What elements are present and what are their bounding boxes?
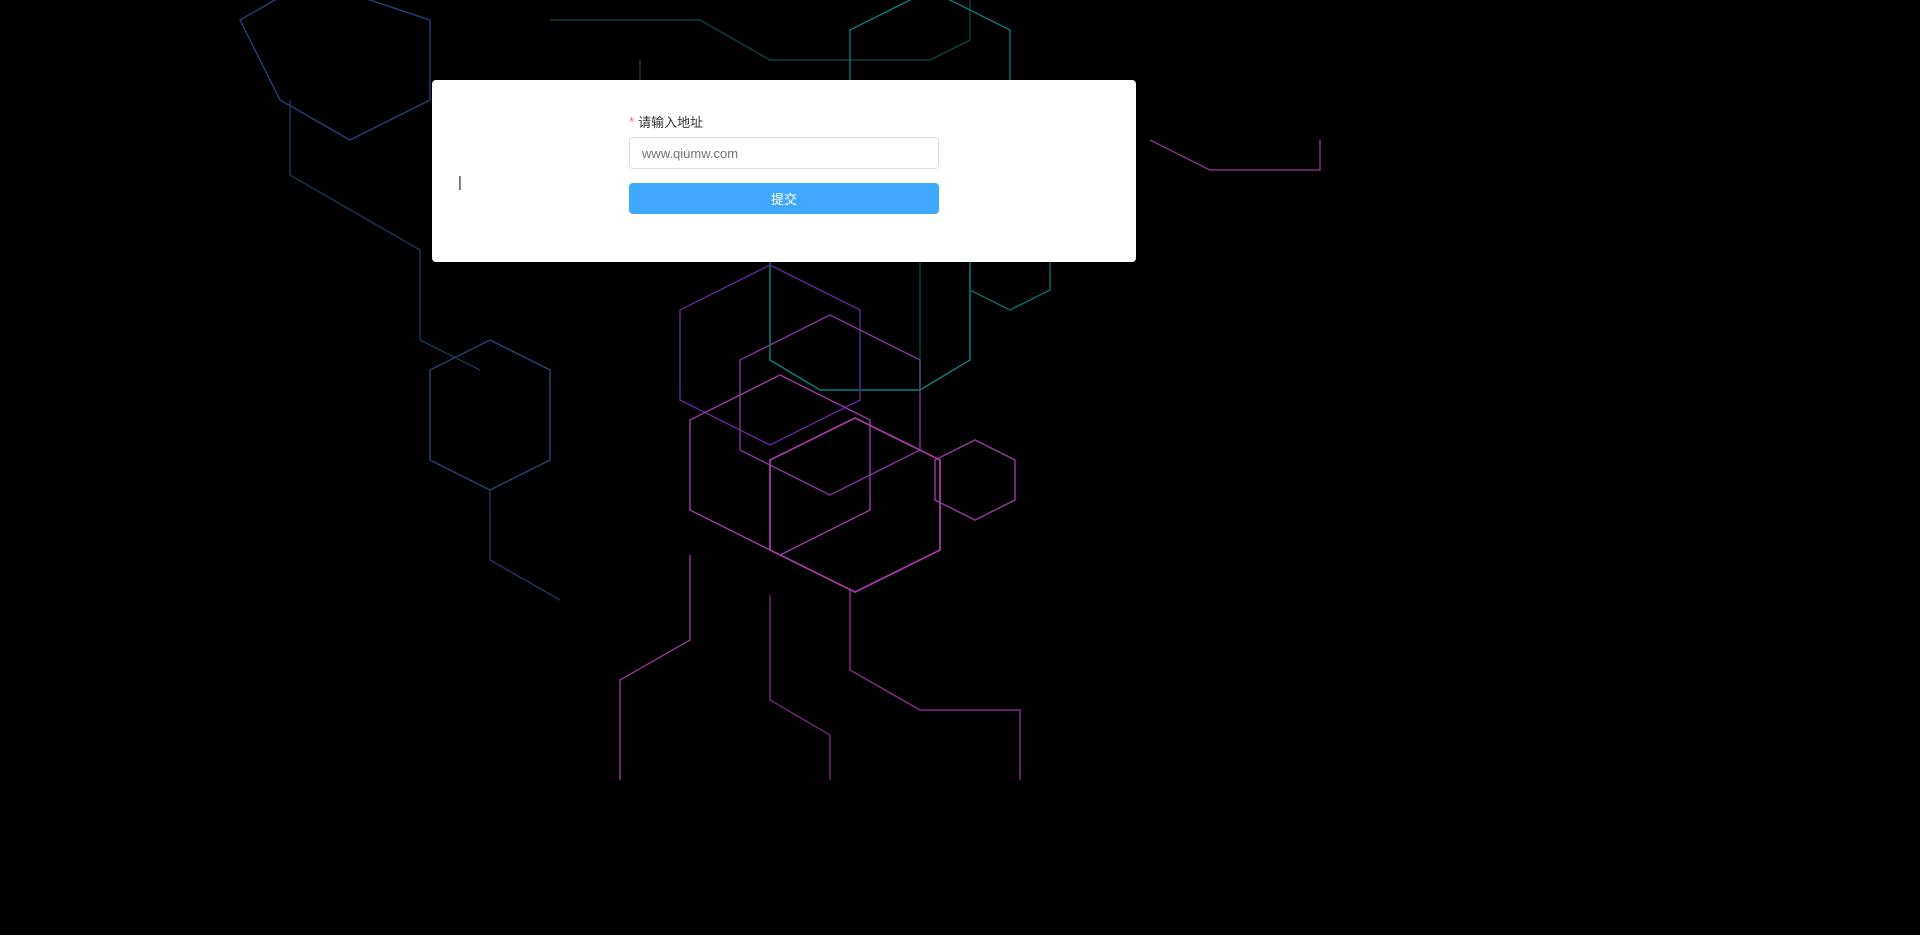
submit-button[interactable]: 提交	[629, 183, 939, 214]
form-card: * 请输入地址 提交	[432, 80, 1136, 262]
required-mark-icon: *	[629, 114, 634, 129]
address-label-row: * 请输入地址	[629, 112, 939, 131]
address-input[interactable]	[629, 137, 939, 169]
submit-button-label: 提交	[771, 189, 797, 208]
submit-group: 提交	[432, 183, 1136, 214]
address-label: 请输入地址	[638, 112, 703, 131]
text-cursor: |	[458, 174, 462, 191]
address-field-group: * 请输入地址	[432, 112, 1136, 169]
